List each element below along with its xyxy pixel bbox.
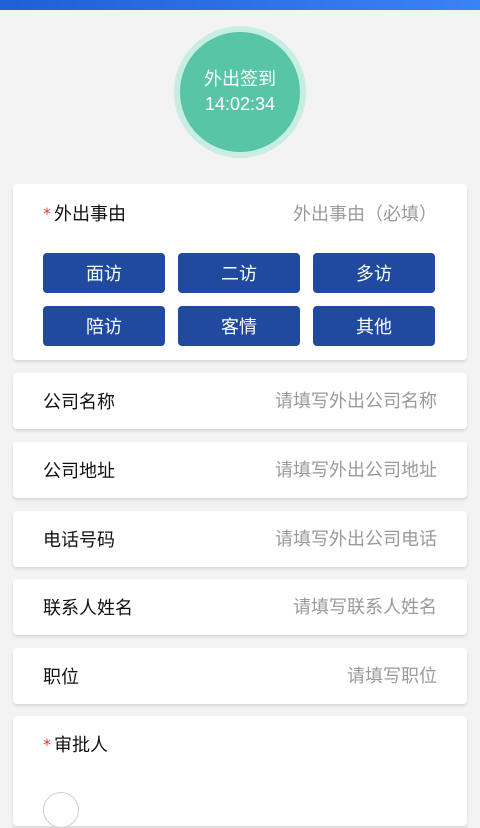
company-address-label: 公司地址 [43,461,115,482]
reason-option-mianfang[interactable]: 面访 [43,253,165,293]
company-name-label: 公司名称 [43,392,115,413]
contact-label: 联系人姓名 [43,598,133,619]
reason-hint: 外出事由（必填） [293,204,437,225]
approver-card: * 审批人 [13,716,467,828]
approver-label-wrap: * 审批人 [43,731,108,757]
reason-option-duofang[interactable]: 多访 [313,253,435,293]
reason-option-peifang[interactable]: 陪访 [43,306,165,346]
status-bar [0,0,480,10]
reason-option-erfang[interactable]: 二访 [178,253,300,293]
contact-card: 联系人姓名 [13,579,467,635]
contact-row: 联系人姓名 [13,579,467,635]
reason-label-wrap: * 外出事由 [43,200,126,226]
checkin-title: 外出签到 [204,69,276,89]
company-name-card: 公司名称 [13,373,467,429]
reason-option-qita[interactable]: 其他 [313,306,435,346]
phone-input[interactable] [207,528,437,550]
checkin-time: 14:02:34 [204,94,276,114]
reason-label: 外出事由 [54,204,126,225]
checkin-area: 外出签到 14:02:34 [0,24,480,160]
position-input[interactable] [207,665,437,687]
checkin-ring: 外出签到 14:02:34 [174,26,306,158]
position-row: 职位 [13,648,467,704]
position-label: 职位 [43,667,79,688]
approver-header: * 审批人 [13,716,467,772]
company-address-row: 公司地址 [13,442,467,498]
required-mark: * [43,203,51,223]
reason-header: * 外出事由 外出事由（必填） [13,184,467,242]
phone-row: 电话号码 [13,511,467,567]
contact-input[interactable] [207,596,437,618]
reason-options: 面访 二访 多访 陪访 客情 其他 [13,242,467,346]
required-mark: * [43,734,51,754]
company-name-row: 公司名称 [13,373,467,429]
approver-label: 审批人 [54,735,108,756]
reason-option-keqing[interactable]: 客情 [178,306,300,346]
company-address-card: 公司地址 [13,442,467,498]
checkin-button[interactable]: 外出签到 14:02:34 [180,32,300,152]
add-approver-button[interactable] [43,792,79,828]
reason-card: * 外出事由 外出事由（必填） 面访 二访 多访 陪访 客情 其他 [13,184,467,360]
position-card: 职位 [13,648,467,704]
phone-label: 电话号码 [43,530,115,551]
company-name-input[interactable] [207,390,437,412]
phone-card: 电话号码 [13,511,467,567]
company-address-input[interactable] [207,459,437,481]
